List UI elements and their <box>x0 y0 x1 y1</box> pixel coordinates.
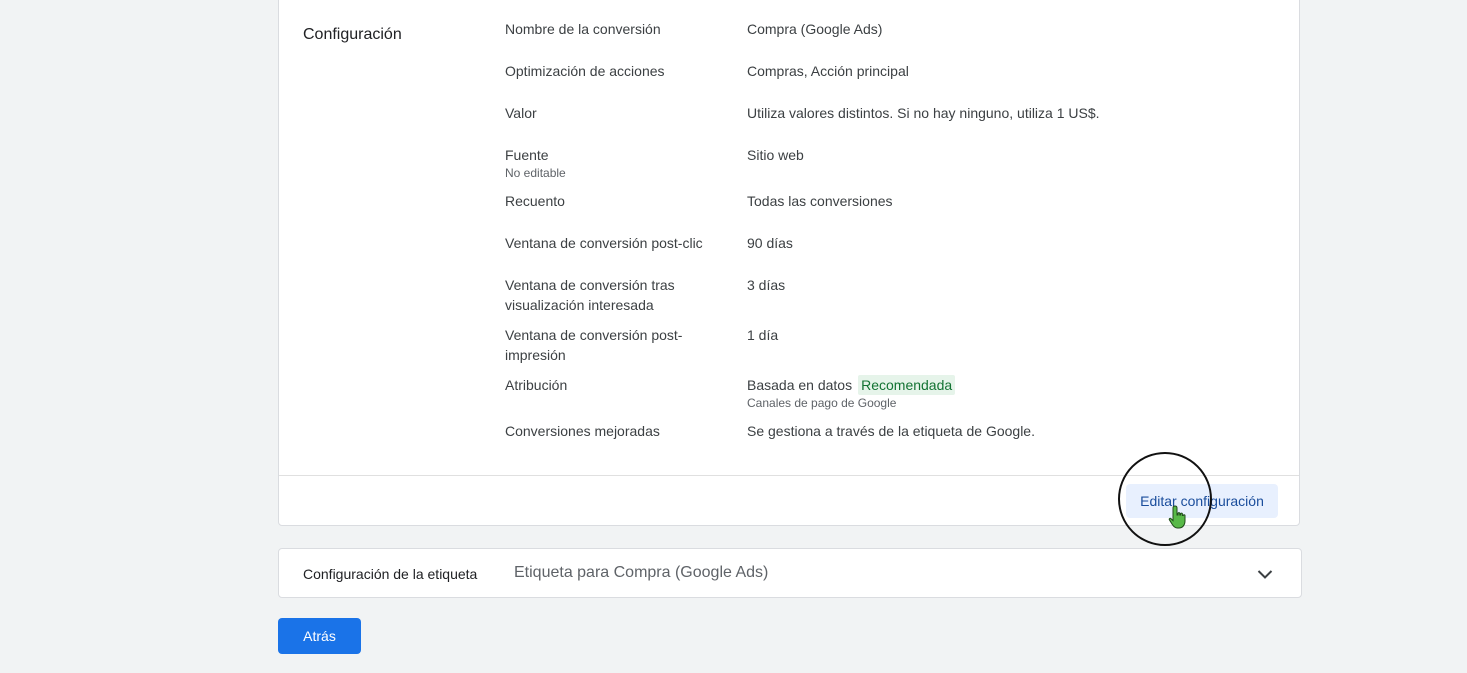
row-label: Optimización de acciones <box>505 63 665 79</box>
row-label: Ventana de conversión tras visualización… <box>505 277 675 313</box>
row-value: 3 días <box>747 277 786 293</box>
row-label: Recuento <box>505 193 565 209</box>
row-value: Compra (Google Ads) <box>747 21 883 37</box>
chevron-down-icon[interactable] <box>1255 564 1275 584</box>
row-label: Conversiones mejoradas <box>505 423 660 439</box>
card-divider <box>279 475 1299 476</box>
row-label: Nombre de la conversión <box>505 21 661 37</box>
row-label: Ventana de conversión post-clic <box>505 235 703 251</box>
row-label-text: Fuente <box>505 147 549 163</box>
edit-settings-button[interactable]: Editar configuración <box>1126 484 1278 518</box>
row-value: Todas las conversiones <box>747 193 893 209</box>
row-value: 90 días <box>747 235 793 251</box>
row-value: Basada en datos Recomendada Canales de pa… <box>747 375 956 411</box>
conversion-settings-card: Configuración Nombre de la conversión Co… <box>278 0 1300 526</box>
row-label: Valor <box>505 105 537 121</box>
row-label-sub: No editable <box>505 166 566 180</box>
attribution-model: Basada en datos <box>747 377 853 393</box>
row-label: Atribución <box>505 377 568 393</box>
section-title: Configuración <box>303 26 402 43</box>
tag-settings-value: Etiqueta para Compra (Google Ads) <box>514 564 769 581</box>
attribution-sub: Canales de pago de Google <box>747 396 897 410</box>
row-value: Compras, Acción principal <box>747 63 909 79</box>
recommended-badge: Recomendada <box>858 375 956 395</box>
row-label: Ventana de conversión post-impresión <box>505 327 683 363</box>
row-value: Utiliza valores distintos. Si no hay nin… <box>747 105 1100 121</box>
row-label: Fuente No editable <box>505 145 725 181</box>
back-button[interactable]: Atrás <box>278 618 361 654</box>
row-value: Sitio web <box>747 147 804 163</box>
tag-settings-accordion[interactable]: Configuración de la etiqueta Etiqueta pa… <box>278 548 1302 598</box>
row-value: Se gestiona a través de la etiqueta de G… <box>747 423 1035 439</box>
tag-settings-title: Configuración de la etiqueta <box>303 566 478 582</box>
row-value: 1 día <box>747 327 779 343</box>
